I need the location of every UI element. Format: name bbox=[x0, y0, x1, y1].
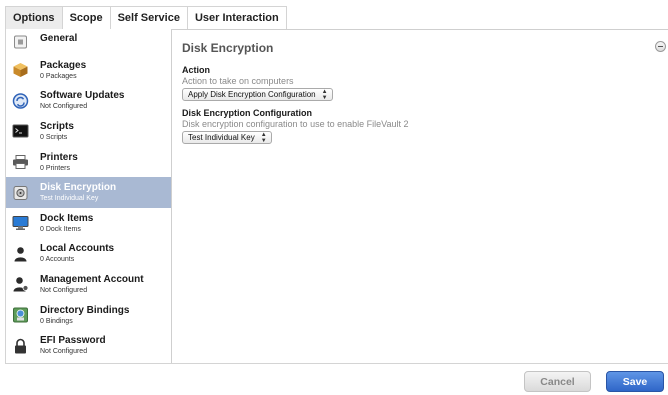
disk-lock-icon bbox=[12, 184, 29, 201]
software-update-icon bbox=[12, 92, 29, 109]
action-select-value: Apply Disk Encryption Configuration bbox=[188, 90, 316, 99]
sidebar-item-status: 0 Printers bbox=[40, 164, 70, 172]
tab-bar: Options Scope Self Service User Interact… bbox=[5, 6, 287, 30]
tab-options[interactable]: Options bbox=[6, 7, 63, 30]
sidebar-item-status: 0 Bindings bbox=[40, 317, 73, 325]
package-icon bbox=[12, 62, 29, 79]
sidebar-item-label: Software Updates bbox=[40, 90, 125, 102]
sidebar-item-scripts[interactable]: Scripts 0 Scripts bbox=[6, 116, 171, 147]
directory-icon bbox=[12, 307, 29, 324]
sidebar-item-label: Printers bbox=[40, 151, 78, 163]
sidebar-item-printers[interactable]: Printers 0 Printers bbox=[6, 147, 171, 178]
sidebar-item-label: Directory Bindings bbox=[40, 304, 130, 316]
general-icon bbox=[12, 34, 29, 51]
config-label: Disk Encryption Configuration bbox=[182, 108, 313, 118]
config-select[interactable]: Test Individual Key ▲ ▼ bbox=[182, 131, 272, 144]
sidebar-item-label: Scripts bbox=[40, 120, 74, 132]
terminal-icon bbox=[12, 123, 29, 140]
action-help-text: Action to take on computers bbox=[182, 76, 294, 86]
sidebar-item-status: 0 Scripts bbox=[40, 133, 68, 141]
tab-self-service[interactable]: Self Service bbox=[110, 7, 188, 30]
sidebar-item-software-updates[interactable]: Software Updates Not Configured bbox=[6, 86, 171, 117]
sidebar-item-label: Management Account bbox=[40, 273, 144, 285]
sidebar-item-status: 0 Accounts bbox=[40, 256, 75, 264]
select-arrows-icon: ▲ ▼ bbox=[321, 89, 328, 101]
sidebar-item-local-accounts[interactable]: Local Accounts 0 Accounts bbox=[6, 239, 171, 270]
sidebar-item-directory-bindings[interactable]: Directory Bindings 0 Bindings bbox=[6, 300, 171, 331]
sidebar-item-label: Packages bbox=[40, 59, 87, 71]
lock-icon bbox=[12, 337, 29, 354]
config-help-text: Disk encryption configuration to use to … bbox=[182, 119, 409, 129]
sidebar-item-label: EFI Password bbox=[40, 335, 106, 347]
sidebar-item-dock-items[interactable]: Dock Items 0 Dock Items bbox=[6, 208, 171, 239]
collapse-panel-button[interactable] bbox=[655, 41, 666, 52]
sidebar-item-status: Not Configured bbox=[40, 348, 88, 356]
sidebar-item-label: Disk Encryption bbox=[40, 182, 117, 194]
sidebar-item-efi-password[interactable]: EFI Password Not Configured bbox=[6, 330, 171, 361]
cancel-button[interactable]: Cancel bbox=[524, 371, 591, 392]
footer-bar: Cancel Save bbox=[5, 363, 668, 395]
sidebar-item-label: Dock Items bbox=[40, 212, 94, 224]
sidebar-item-disk-encryption[interactable]: Disk Encryption Test Individual Key bbox=[6, 177, 171, 208]
disk-encryption-panel: Disk Encryption Action Action to take on… bbox=[173, 30, 668, 363]
action-label: Action bbox=[182, 65, 210, 75]
sidebar-item-status: Not Configured bbox=[40, 286, 88, 294]
sidebar-item-label: General bbox=[40, 33, 78, 44]
monitor-icon bbox=[12, 215, 29, 232]
sidebar-item-status: 0 Dock Items bbox=[40, 225, 81, 233]
sidebar-item-status: Test Individual Key bbox=[40, 195, 99, 203]
sidebar-item-label: Local Accounts bbox=[40, 243, 115, 255]
tab-user-interaction[interactable]: User Interaction bbox=[187, 7, 286, 30]
action-select[interactable]: Apply Disk Encryption Configuration ▲ ▼ bbox=[182, 88, 333, 101]
admin-user-icon bbox=[12, 276, 29, 293]
sidebar-item-management-account[interactable]: Management Account Not Configured bbox=[6, 269, 171, 300]
select-arrows-icon: ▲ ▼ bbox=[260, 132, 267, 144]
policy-editor-window: Options Scope Self Service User Interact… bbox=[0, 0, 668, 395]
save-button[interactable]: Save bbox=[606, 371, 664, 392]
config-select-value: Test Individual Key bbox=[188, 133, 255, 142]
sidebar-item-status: 0 Packages bbox=[40, 72, 77, 80]
sidebar-item-status: Not Configured bbox=[40, 103, 88, 111]
printer-icon bbox=[12, 154, 29, 171]
sidebar-item-general[interactable]: General bbox=[6, 29, 171, 55]
options-sidebar: General Packages 0 Packages Software Upd… bbox=[5, 29, 172, 363]
panel-title: Disk Encryption bbox=[182, 41, 274, 55]
sidebar-item-packages[interactable]: Packages 0 Packages bbox=[6, 55, 171, 86]
user-icon bbox=[12, 245, 29, 262]
tab-scope[interactable]: Scope bbox=[62, 7, 111, 30]
